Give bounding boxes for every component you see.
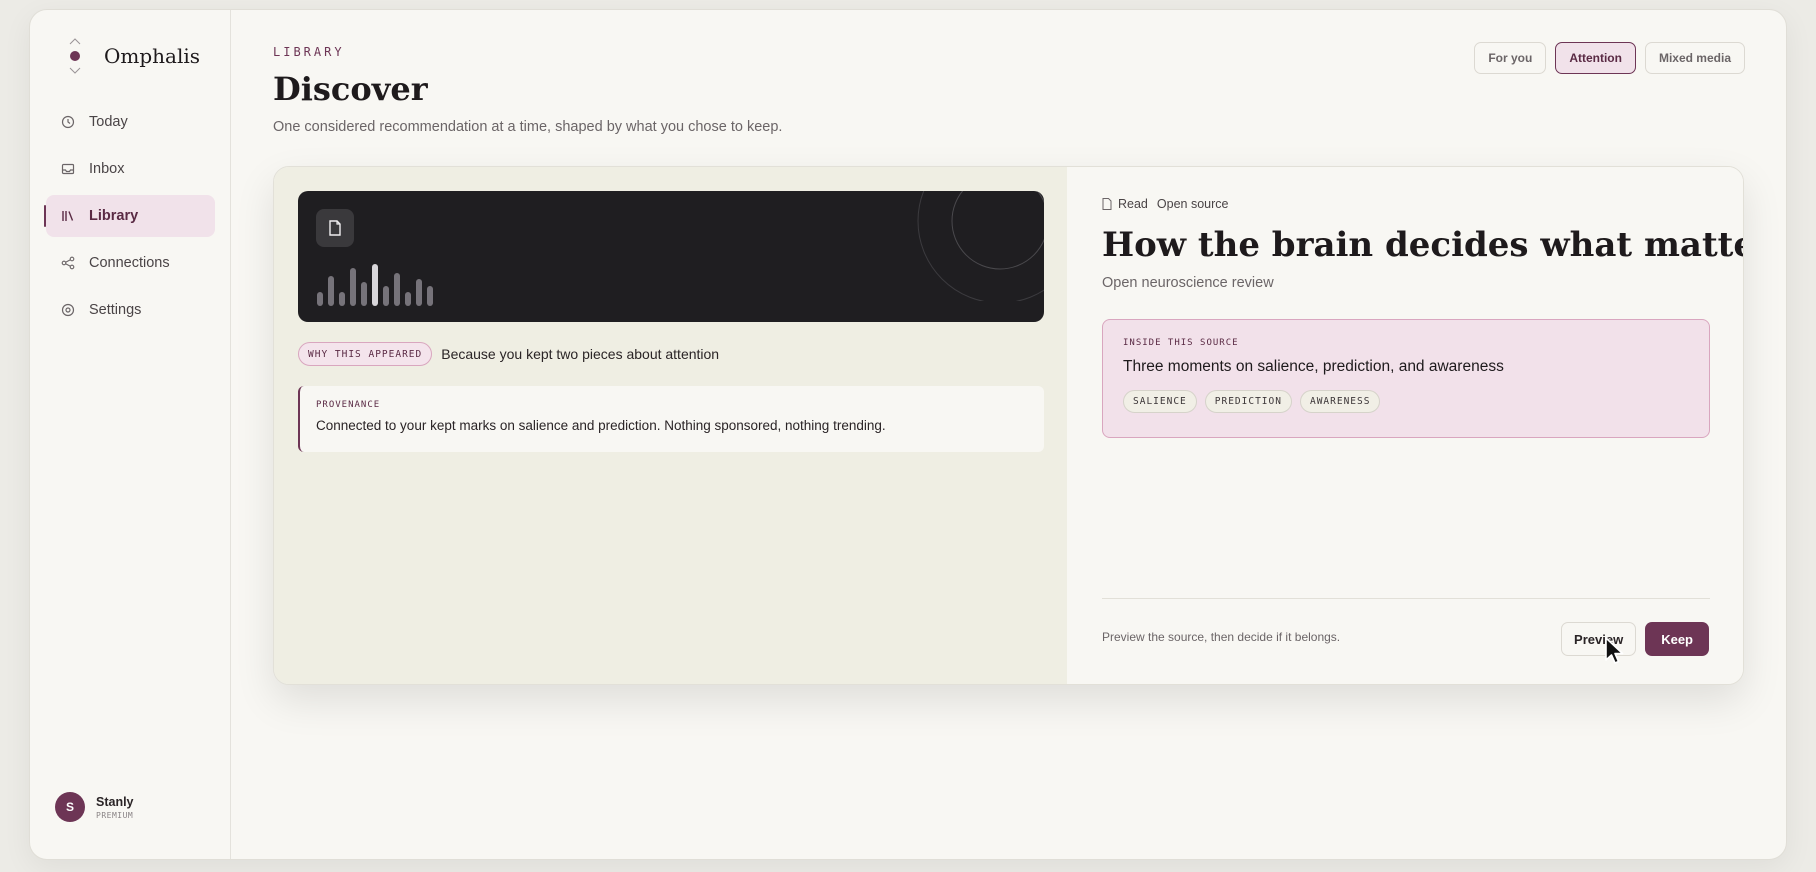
main-content: LIBRARY Discover One considered recommen… [231, 10, 1786, 859]
card-context-panel: WHY THIS APPEARED Because you kept two p… [274, 167, 1067, 684]
user-profile[interactable]: S Stanly PREMIUM [55, 792, 134, 822]
sidebar: Omphalis Today Inbox Library Connections… [30, 10, 231, 859]
brand-name: Omphalis [104, 44, 201, 68]
filter-mixed-media[interactable]: Mixed media [1644, 42, 1745, 74]
recommendation-subtitle: Open neuroscience review [1102, 275, 1274, 291]
inside-source-title: Three moments on salience, prediction, a… [1123, 358, 1504, 375]
open-source-link[interactable]: Open source [1157, 197, 1229, 211]
recommendation-card: WHY THIS APPEARED Because you kept two p… [273, 166, 1744, 685]
media-preview[interactable] [298, 191, 1044, 322]
filter-attention[interactable]: Attention [1555, 42, 1636, 74]
sidebar-item-library[interactable]: Library [44, 195, 215, 237]
provenance-text: Connected to your kept marks on salience… [316, 418, 886, 433]
sidebar-nav: Today Inbox Library Connections Settings [44, 101, 215, 336]
sidebar-item-label: Settings [89, 302, 142, 318]
why-text: Because you kept two pieces about attent… [441, 346, 720, 362]
provenance-label: PROVENANCE [316, 400, 381, 410]
clock-icon [61, 115, 75, 129]
footer-note: Preview the source, then decide if it be… [1102, 630, 1341, 644]
document-icon [316, 209, 354, 247]
app-window: Omphalis Today Inbox Library Connections… [29, 9, 1787, 860]
sidebar-item-today[interactable]: Today [46, 101, 215, 143]
recommendation-title: How the brain decides what matters [1102, 225, 1744, 265]
card-detail-panel: Read Open source How the brain decides w… [1067, 167, 1743, 684]
sidebar-item-label: Connections [89, 255, 170, 271]
user-plan-badge: PREMIUM [96, 810, 134, 820]
tag-salience[interactable]: SALIENCE [1123, 390, 1197, 413]
avatar: S [55, 792, 85, 822]
divider [1102, 598, 1710, 599]
provenance-box: PROVENANCE Connected to your kept marks … [298, 386, 1044, 452]
why-this-appeared: WHY THIS APPEARED Because you kept two p… [298, 342, 719, 366]
decorative-rings [917, 191, 1044, 301]
filter-for-you[interactable]: For you [1474, 42, 1547, 74]
mouse-cursor-icon [1605, 637, 1624, 664]
inside-source-label: INSIDE THIS SOURCE [1123, 338, 1239, 348]
sidebar-item-inbox[interactable]: Inbox [46, 148, 215, 190]
source-meta: Read Open source [1102, 197, 1228, 211]
sidebar-item-label: Library [89, 208, 139, 224]
tag-awareness[interactable]: AWARENESS [1299, 390, 1381, 413]
sidebar-item-settings[interactable]: Settings [46, 289, 215, 331]
why-badge: WHY THIS APPEARED [298, 342, 433, 366]
omphalis-logo-icon [66, 36, 84, 76]
waveform-visual [317, 264, 433, 306]
file-icon [1102, 198, 1112, 210]
keep-button[interactable]: Keep [1645, 622, 1709, 656]
tag-prediction[interactable]: PREDICTION [1204, 390, 1292, 413]
sidebar-item-connections[interactable]: Connections [46, 242, 215, 284]
topic-tags: SALIENCE PREDICTION AWARENESS [1123, 390, 1709, 413]
source-type: Read [1118, 197, 1148, 211]
settings-icon [61, 303, 75, 317]
connections-icon [61, 256, 75, 270]
brand[interactable]: Omphalis [66, 36, 200, 76]
inside-source-box: INSIDE THIS SOURCE Three moments on sali… [1102, 319, 1710, 438]
sidebar-item-label: Today [89, 114, 128, 130]
inbox-icon [61, 162, 75, 176]
library-icon [61, 209, 75, 223]
sidebar-item-label: Inbox [89, 161, 125, 177]
page-title: Discover [273, 70, 428, 108]
page-eyebrow: LIBRARY [273, 45, 345, 59]
user-name: Stanly [96, 794, 134, 809]
page-subtitle: One considered recommendation at a time,… [273, 119, 783, 135]
filter-chips: For you Attention Mixed media [1474, 42, 1745, 74]
user-meta: Stanly PREMIUM [96, 795, 134, 820]
card-actions: Preview Keep [1561, 622, 1709, 656]
